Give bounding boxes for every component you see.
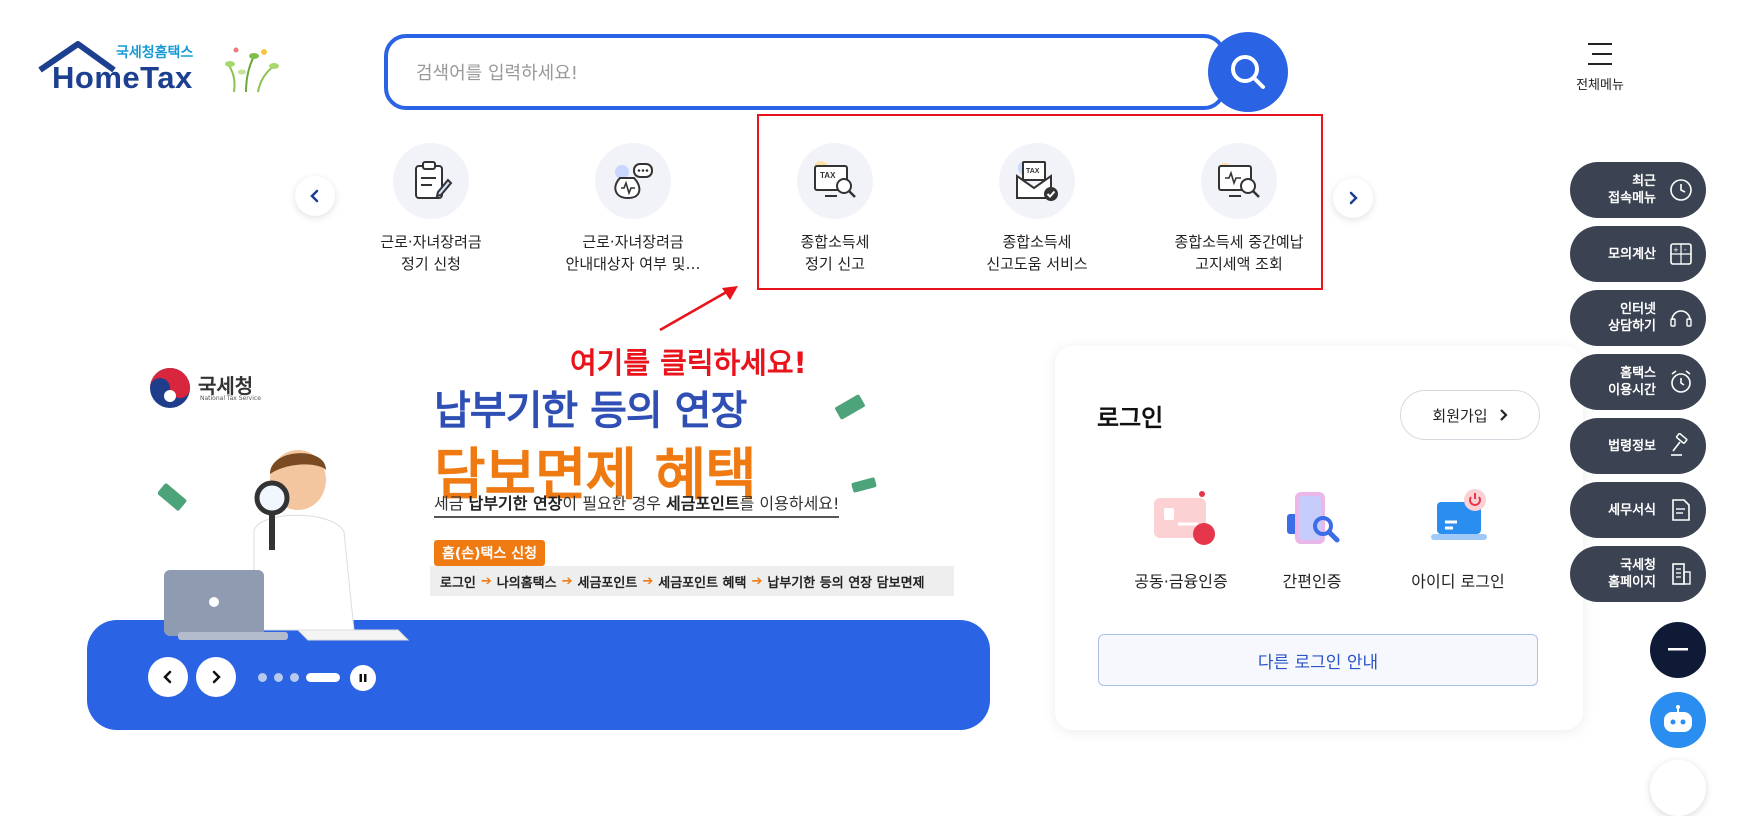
banner-desc-bold: 세금포인트 [666,494,740,513]
dock-label: 국세청 홈페이지 [1608,558,1656,590]
all-menu-button[interactable]: 전체메뉴 [1560,42,1640,102]
dock-label: 법령정보 [1608,438,1656,454]
signup-button[interactable]: 회원가입 [1400,390,1540,440]
minus-icon [1668,648,1688,651]
chevron-left-icon [310,189,319,203]
laptop-power-icon [1431,489,1487,540]
svg-text:+: + [1673,246,1679,254]
alarm-clock-icon [1671,370,1691,393]
banner-pause-button[interactable] [350,665,376,691]
banner-desc-bold: 납부기한 연장 [468,494,563,513]
banner-steps: 로그인 ➔ 나의홈택스 ➔ 세금포인트 ➔ 세금포인트 혜택 ➔ 납부기한 등의 연장 … [430,566,954,596]
chatbot-button[interactable] [1650,692,1706,748]
search-button[interactable] [1208,32,1288,112]
dock-internet-consult[interactable]: 인터넷 상담하기 [1570,290,1706,346]
banner-desc-part: 세금 [434,494,469,513]
banner-next-button[interactable] [196,657,236,697]
logo-title: HomeTax [52,60,193,95]
slide-indicator-dot[interactable] [258,673,267,682]
quick-menu-next-button[interactable] [1333,178,1373,218]
dock-label: 모의계산 [1608,246,1656,262]
highlight-box [757,114,1323,290]
nts-emblem-icon [150,368,190,408]
arrow-right-icon: ➔ [642,573,654,589]
certificate-card-icon [1154,491,1215,545]
dock-label: 홈택스 이용시간 [1608,366,1656,398]
phone-search-icon [1287,492,1340,544]
search-box [384,34,1226,110]
plant-decoration-icon [225,47,279,93]
quick-menu-item[interactable]: 근로·자녀장려금 정기 신청 [346,143,516,275]
character-illustration-icon [158,450,410,641]
building-icon [1672,563,1691,585]
banner-description: 세금 납부기한 연장이 필요한 경우 세금포인트를 이용하세요! [434,490,840,518]
banner-step: 세금포인트 [577,575,638,591]
login-title: 로그인 [1097,404,1164,432]
dock-label: 인터넷 상담하기 [1608,302,1656,334]
id-login-option[interactable]: 아이디 로그인 [1383,488,1533,592]
hometax-logo[interactable]: 국세청홈택스 HomeTax [38,38,279,98]
dock-tax-forms[interactable]: 세무서식 [1570,482,1706,538]
document-icon [1672,499,1690,521]
quick-menu-label: 근로·자녀장려금 정기 신청 [380,233,482,273]
dock-label: 세무서식 [1608,502,1656,518]
headset-icon [1670,310,1692,327]
hamburger-menu-icon [1588,43,1612,65]
annotation-arrow-icon [659,286,738,332]
agency-name-en: National Tax Service [200,395,261,402]
clock-icon [1670,179,1692,201]
simple-auth-label: 간편인증 [1282,572,1342,591]
id-login-label: 아이디 로그인 [1411,572,1505,591]
slide-indicator-active[interactable] [306,673,340,682]
banner-step: 나의홈택스 [496,575,557,591]
dock-nts-homepage[interactable]: 국세청 홈페이지 [1570,546,1706,602]
banner-desc-part: 를 이용하세요! [739,494,840,513]
calculator-icon: + - [1670,243,1692,265]
scroll-top-button[interactable] [1650,760,1706,816]
quick-menu-prev-button[interactable] [295,176,335,216]
signup-label: 회원가입 [1432,406,1488,425]
money-bag-chat-icon [595,143,671,219]
dock-hometax-hours[interactable]: 홈택스 이용시간 [1570,354,1706,410]
simple-auth-option[interactable]: 간편인증 [1237,488,1387,592]
chevron-right-icon [1499,409,1508,421]
slide-indicator-dot[interactable] [290,673,299,682]
gavel-icon [1671,433,1688,456]
dock-recent-menu[interactable]: 최근 접속메뉴 [1570,162,1706,218]
collapse-dock-button[interactable] [1650,622,1706,678]
banner-desc-part: 이 필요한 경우 [562,494,666,513]
document-pen-icon [393,143,469,219]
svg-text:-: - [1684,246,1687,254]
other-login-guide-button[interactable]: 다른 로그인 안내 [1098,634,1538,686]
arrow-right-icon: ➔ [751,573,763,589]
all-menu-label: 전체메뉴 [1576,78,1624,93]
dock-label: 최근 접속메뉴 [1608,174,1656,206]
banner-title-line1: 납부기한 등의 연장 [434,388,747,434]
money-icon [835,394,865,420]
banner-prev-button[interactable] [148,657,188,697]
dock-mock-calculation[interactable]: 모의계산 + - [1570,226,1706,282]
banner-step: 납부기한 등의 연장 담보면제 [767,575,925,591]
money-icon [851,477,877,493]
banner-tag: 홈(손)택스 신청 [434,540,545,566]
search-input[interactable] [414,52,1178,94]
annotation-text: 여기를 클릭하세요! [570,346,807,380]
arrow-right-icon: ➔ [561,573,573,589]
dock-legal-info[interactable]: 법령정보 [1570,418,1706,474]
chevron-right-icon [1349,191,1358,205]
chevron-right-icon [212,670,221,684]
cert-login-option[interactable]: 공동·금융인증 [1106,488,1256,592]
chevron-left-icon [163,670,172,684]
search-icon [1231,55,1265,89]
slide-indicator-dot[interactable] [274,673,283,682]
quick-menu-label: 근로·자녀장려금 안내대상자 여부 및… [565,233,701,273]
quick-menu-item[interactable]: 근로·자녀장려금 안내대상자 여부 및… [548,143,718,275]
pause-icon [359,674,367,682]
chatbot-icon [1664,705,1692,732]
cert-login-label: 공동·금융인증 [1134,572,1228,591]
banner-step: 로그인 [440,575,476,591]
arrow-right-icon: ➔ [480,573,492,589]
banner-step: 세금포인트 혜택 [658,575,747,591]
logo-subtitle: 국세청홈택스 [116,45,194,61]
